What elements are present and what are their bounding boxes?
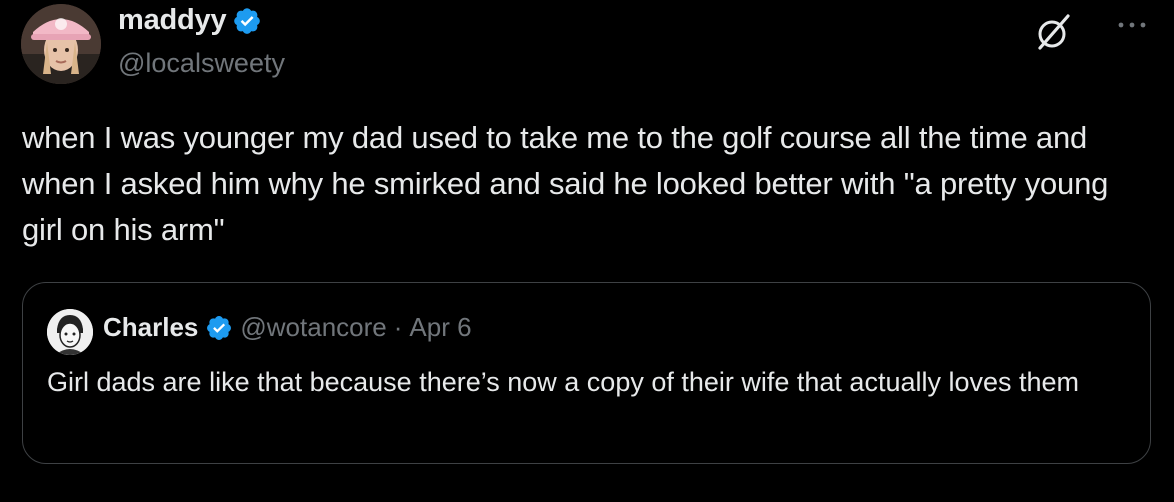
grok-icon[interactable]: [1032, 10, 1076, 54]
author-display-name[interactable]: maddyy: [118, 4, 227, 37]
quoted-tweet-text: Girl dads are like that because there’s …: [47, 367, 1080, 397]
quoted-author-avatar[interactable]: [47, 309, 93, 355]
quoted-tweet[interactable]: Charles @wotancore · Apr 6 Girl dads are…: [22, 282, 1151, 464]
quoted-tweet-date[interactable]: Apr 6: [409, 312, 471, 343]
tweet: maddyy @localsweety when I was younger m…: [0, 0, 1174, 502]
author-handle[interactable]: @localsweety: [118, 48, 285, 79]
verified-badge-icon: [232, 6, 262, 36]
quoted-tweet-header: Charles @wotancore · Apr 6: [103, 312, 472, 343]
more-options-icon[interactable]: [1112, 10, 1152, 40]
tweet-text: when I was younger my dad used to take m…: [22, 120, 1109, 247]
quoted-author-handle[interactable]: @wotancore: [240, 312, 386, 343]
separator-dot: ·: [393, 312, 403, 342]
quoted-author-display-name[interactable]: Charles: [103, 312, 198, 343]
quoted-verified-badge-icon: [205, 314, 233, 342]
author-name-row: maddyy: [118, 4, 262, 37]
author-avatar[interactable]: [21, 4, 101, 84]
